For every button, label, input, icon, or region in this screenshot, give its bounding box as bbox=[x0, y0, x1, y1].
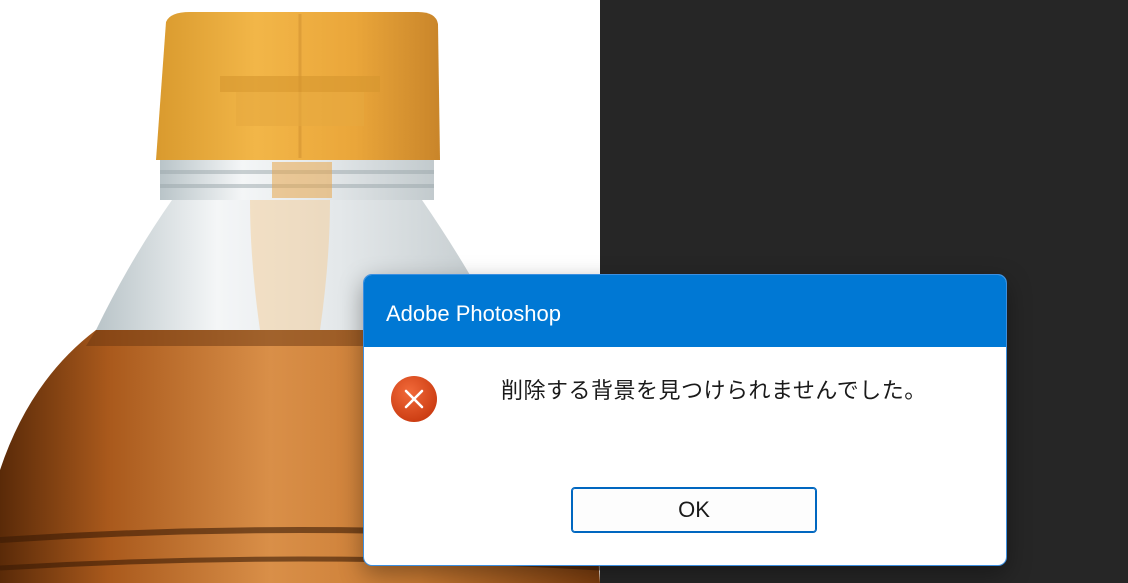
dialog-body: 削除する背景を見つけられませんでした。 OK bbox=[364, 347, 1006, 565]
error-icon bbox=[391, 376, 437, 422]
photoshop-screen: Adobe Photoshop 削除する背景を見つけられませんでした。 OK bbox=[0, 0, 1128, 583]
error-dialog: Adobe Photoshop 削除する背景を見つけられませんでした。 OK bbox=[363, 274, 1007, 566]
dialog-title: Adobe Photoshop bbox=[386, 301, 561, 326]
dialog-message: 削除する背景を見つけられませんでした。 bbox=[501, 379, 927, 404]
ok-button[interactable]: OK bbox=[571, 487, 817, 533]
dialog-titlebar[interactable]: Adobe Photoshop bbox=[364, 275, 1006, 347]
